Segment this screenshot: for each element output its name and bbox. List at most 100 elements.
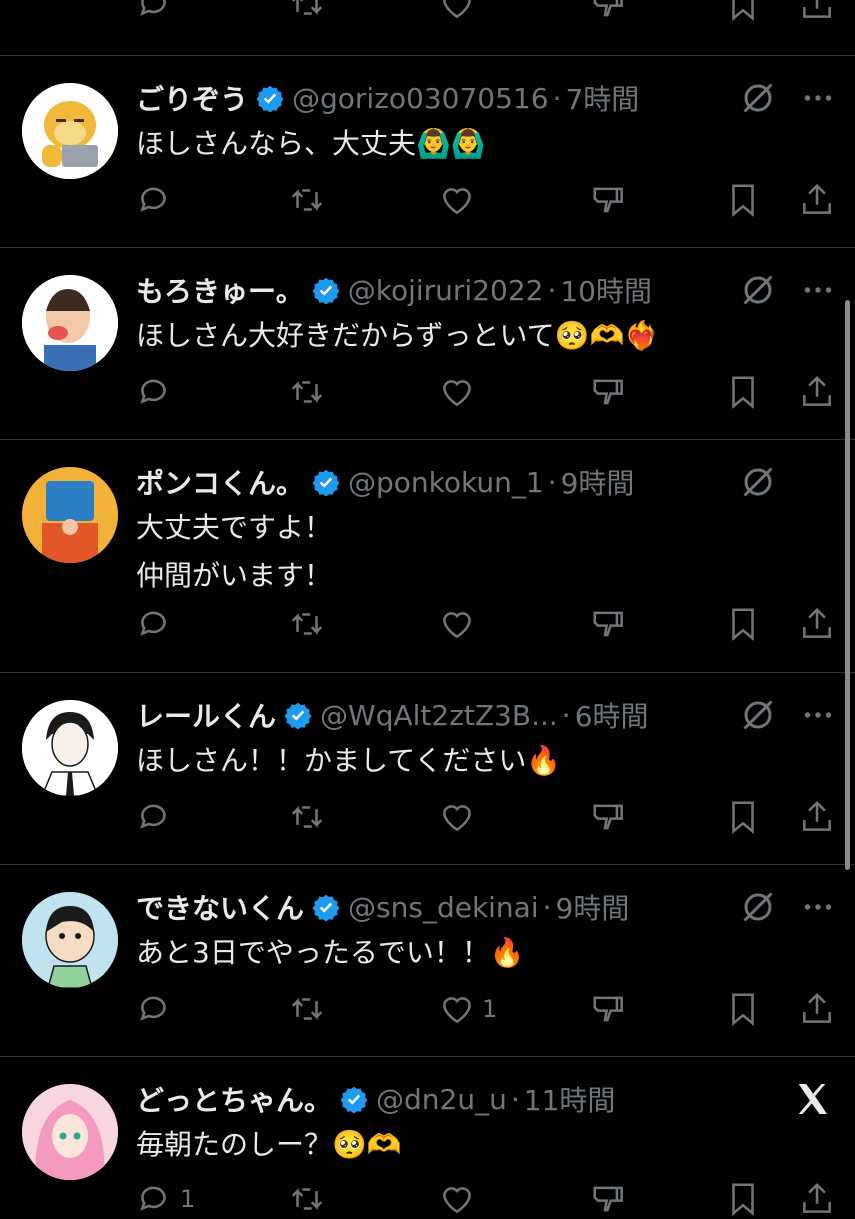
dislike-button[interactable] xyxy=(590,1179,628,1219)
retweet-button[interactable] xyxy=(288,797,326,837)
tweet[interactable]: ごりぞう @gorizo03070516 · 7時間 ほしさんなら、大丈夫🙆‍♂… xyxy=(0,56,855,248)
retweet-button[interactable] xyxy=(288,989,326,1029)
timestamp[interactable]: 11時間 xyxy=(524,1079,616,1119)
avatar[interactable] xyxy=(22,700,118,796)
more-icon[interactable] xyxy=(800,80,836,116)
user-handle[interactable]: @WqAlt2ztZ3B... xyxy=(320,699,558,732)
anime-girl-avatar-icon xyxy=(22,1084,118,1180)
user-handle[interactable]: @dn2u_u xyxy=(376,1083,507,1116)
tweet[interactable]: どっとちゃん。 @dn2u_u · 11時間 毎朝たのしー？🥺🫶 1 xyxy=(0,1057,855,1216)
retweet-button[interactable] xyxy=(288,0,326,24)
dislike-button[interactable] xyxy=(590,372,628,412)
user-handle[interactable]: @gorizo03070516 xyxy=(292,82,549,115)
share-button[interactable] xyxy=(798,180,836,220)
retweet-button[interactable] xyxy=(288,1179,326,1219)
scrollbar[interactable] xyxy=(845,300,850,870)
bookmark-button[interactable] xyxy=(724,372,762,412)
action-bar: 1 xyxy=(0,1179,855,1219)
like-button[interactable]: 1 xyxy=(438,989,497,1029)
tweet-header: もろきゅー。 @kojiruri2022 · 10時間 xyxy=(136,270,652,310)
avatar[interactable] xyxy=(22,892,118,988)
retweet-button[interactable] xyxy=(288,180,326,220)
reply-button[interactable] xyxy=(136,372,174,412)
separator-dot: · xyxy=(510,1082,520,1116)
tweet[interactable]: ポンコくん。 @ponkokun_1 · 9時間 大丈夫ですよ！ 仲間がいます！ xyxy=(0,440,855,672)
separator-dot: · xyxy=(547,465,557,499)
retweet-icon xyxy=(291,189,323,211)
bookmark-button[interactable] xyxy=(724,180,762,220)
reply-button[interactable] xyxy=(136,0,174,24)
like-button[interactable] xyxy=(438,797,476,837)
tweet[interactable]: もろきゅー。 @kojiruri2022 · 10時間 ほしさん大好きだからずっ… xyxy=(0,248,855,440)
grok-icon[interactable] xyxy=(740,464,776,500)
display-name[interactable]: レールくん xyxy=(136,695,276,735)
separator-dot: · xyxy=(547,273,557,307)
timestamp[interactable]: 6時間 xyxy=(575,695,649,735)
user-handle[interactable]: @ponkokun_1 xyxy=(348,466,544,499)
reply-button[interactable] xyxy=(136,797,174,837)
like-icon xyxy=(443,1187,471,1214)
reply-button[interactable]: 1 xyxy=(136,1179,195,1219)
retweet-button[interactable] xyxy=(288,372,326,412)
timestamp[interactable]: 10時間 xyxy=(560,270,652,310)
bookmark-button[interactable] xyxy=(724,1179,762,1219)
tweet-text-line: ほしさん大好きだからずっといて🥺🫶❤️‍🔥 xyxy=(136,319,660,352)
x-logo-icon[interactable] xyxy=(792,1079,832,1119)
reply-button[interactable] xyxy=(136,604,174,644)
tweet-text: 大丈夫ですよ！ 仲間がいます！ xyxy=(136,504,332,600)
bookmark-button[interactable] xyxy=(724,0,762,24)
reply-button[interactable] xyxy=(136,180,174,220)
bookmark-button[interactable] xyxy=(724,989,762,1029)
more-icon[interactable] xyxy=(800,697,836,733)
more-icon[interactable] xyxy=(800,889,836,925)
dislike-button[interactable] xyxy=(590,797,628,837)
dislike-button[interactable] xyxy=(590,180,628,220)
tweet-text: ほしさんなら、大丈夫🙆‍♂️🙆‍♂️ xyxy=(136,120,486,168)
retweet-icon xyxy=(291,998,323,1020)
avatar[interactable] xyxy=(22,467,118,563)
user-handle[interactable]: @sns_dekinai xyxy=(348,891,539,924)
like-button[interactable] xyxy=(438,372,476,412)
tweet[interactable]: レールくん @WqAlt2ztZ3B... · 6時間 ほしさん！！かましてくだ… xyxy=(0,673,855,865)
like-button[interactable] xyxy=(438,604,476,644)
grok-icon[interactable] xyxy=(740,889,776,925)
tweet[interactable]: できないくん @sns_dekinai · 9時間 あと3日でやったるでい！！🔥… xyxy=(0,865,855,1057)
avatar[interactable] xyxy=(22,275,118,371)
retweet-icon xyxy=(291,0,323,15)
display-name[interactable]: もろきゅー。 xyxy=(136,270,304,310)
display-name[interactable]: ごりぞう xyxy=(136,78,248,118)
avatar[interactable] xyxy=(22,1084,118,1180)
share-button[interactable] xyxy=(798,989,836,1029)
like-button[interactable] xyxy=(438,0,476,24)
bookmark-button[interactable] xyxy=(724,604,762,644)
bookmark-button[interactable] xyxy=(724,797,762,837)
like-icon xyxy=(443,0,471,19)
user-handle[interactable]: @kojiruri2022 xyxy=(348,274,544,307)
grok-icon[interactable] xyxy=(740,697,776,733)
share-button[interactable] xyxy=(798,1179,836,1219)
grok-icon[interactable] xyxy=(740,272,776,308)
like-button[interactable] xyxy=(438,180,476,220)
share-button[interactable] xyxy=(798,604,836,644)
reply-button[interactable] xyxy=(136,989,174,1029)
like-button[interactable] xyxy=(438,1179,476,1219)
timestamp[interactable]: 9時間 xyxy=(561,462,635,502)
grok-icon[interactable] xyxy=(740,80,776,116)
share-button[interactable] xyxy=(798,0,836,24)
share-button[interactable] xyxy=(798,797,836,837)
display-name[interactable]: できないくん xyxy=(136,887,304,927)
timestamp[interactable]: 9時間 xyxy=(556,887,630,927)
retweet-button[interactable] xyxy=(288,604,326,644)
display-name[interactable]: どっとちゃん。 xyxy=(136,1079,332,1119)
dislike-icon xyxy=(593,611,623,637)
dislike-button[interactable] xyxy=(590,604,628,644)
timestamp[interactable]: 7時間 xyxy=(565,78,639,118)
like-icon xyxy=(443,805,471,832)
dislike-button[interactable] xyxy=(590,989,628,1029)
share-icon xyxy=(803,800,831,831)
more-icon[interactable] xyxy=(800,272,836,308)
avatar[interactable] xyxy=(22,83,118,179)
share-button[interactable] xyxy=(798,372,836,412)
dislike-button[interactable] xyxy=(590,0,628,24)
display-name[interactable]: ポンコくん。 xyxy=(136,462,304,502)
